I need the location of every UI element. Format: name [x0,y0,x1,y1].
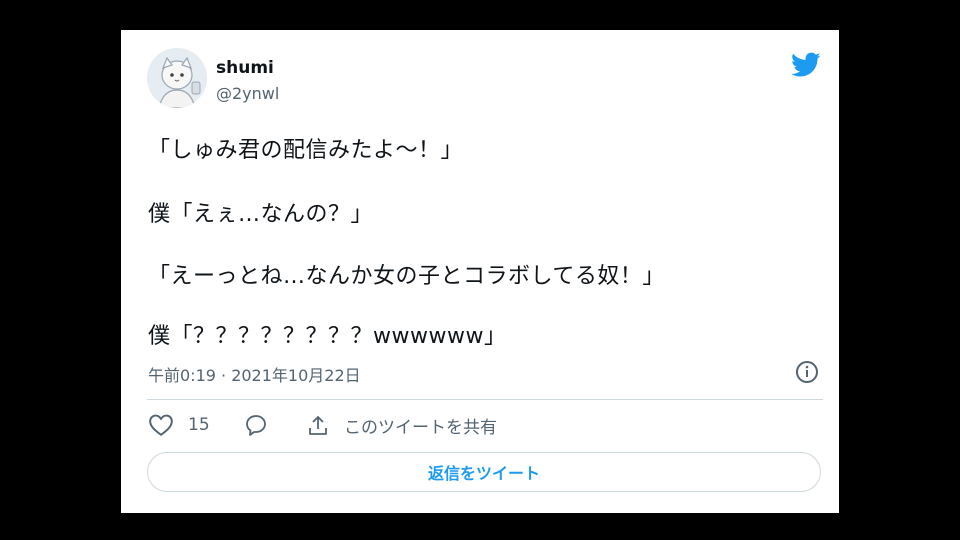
tweet-card: shumi @2ynwl 「しゅみ君の配信みたよ〜！」 僕「えぇ…なんの？」 「… [121,30,839,513]
avatar[interactable] [147,48,207,108]
reply-tweet-button[interactable]: 返信をツイート [147,452,821,492]
reply-button[interactable] [244,413,268,437]
like-count: 15 [188,415,210,435]
tweet-text-line-1: 「しゅみ君の配信みたよ〜！」 [148,138,464,163]
like-button[interactable]: 15 [148,413,210,437]
tweet-text-line-2: 僕「えぇ…なんの？」 [148,202,374,227]
info-icon[interactable] [795,360,819,384]
twitter-bird-icon[interactable] [791,52,821,78]
action-bar: 15 このツイートを共有 [148,413,828,443]
share-label: このツイートを共有 [344,418,497,438]
heart-icon [148,413,174,437]
share-button[interactable]: このツイートを共有 [306,413,497,438]
share-icon [306,414,330,438]
reply-icon [244,413,268,437]
divider [147,399,823,400]
user-handle[interactable]: @2ynwl [216,84,279,103]
tweet-text-line-3: 「えーっとね…なんか女の子とコラボしてる奴！」 [148,264,665,289]
tweet-text-line-4: 僕「？？？？？？？？wwwwww」 [148,324,507,349]
user-name[interactable]: shumi [216,58,274,78]
tweet-timestamp[interactable]: 午前0:19 · 2021年10月22日 [148,362,361,386]
